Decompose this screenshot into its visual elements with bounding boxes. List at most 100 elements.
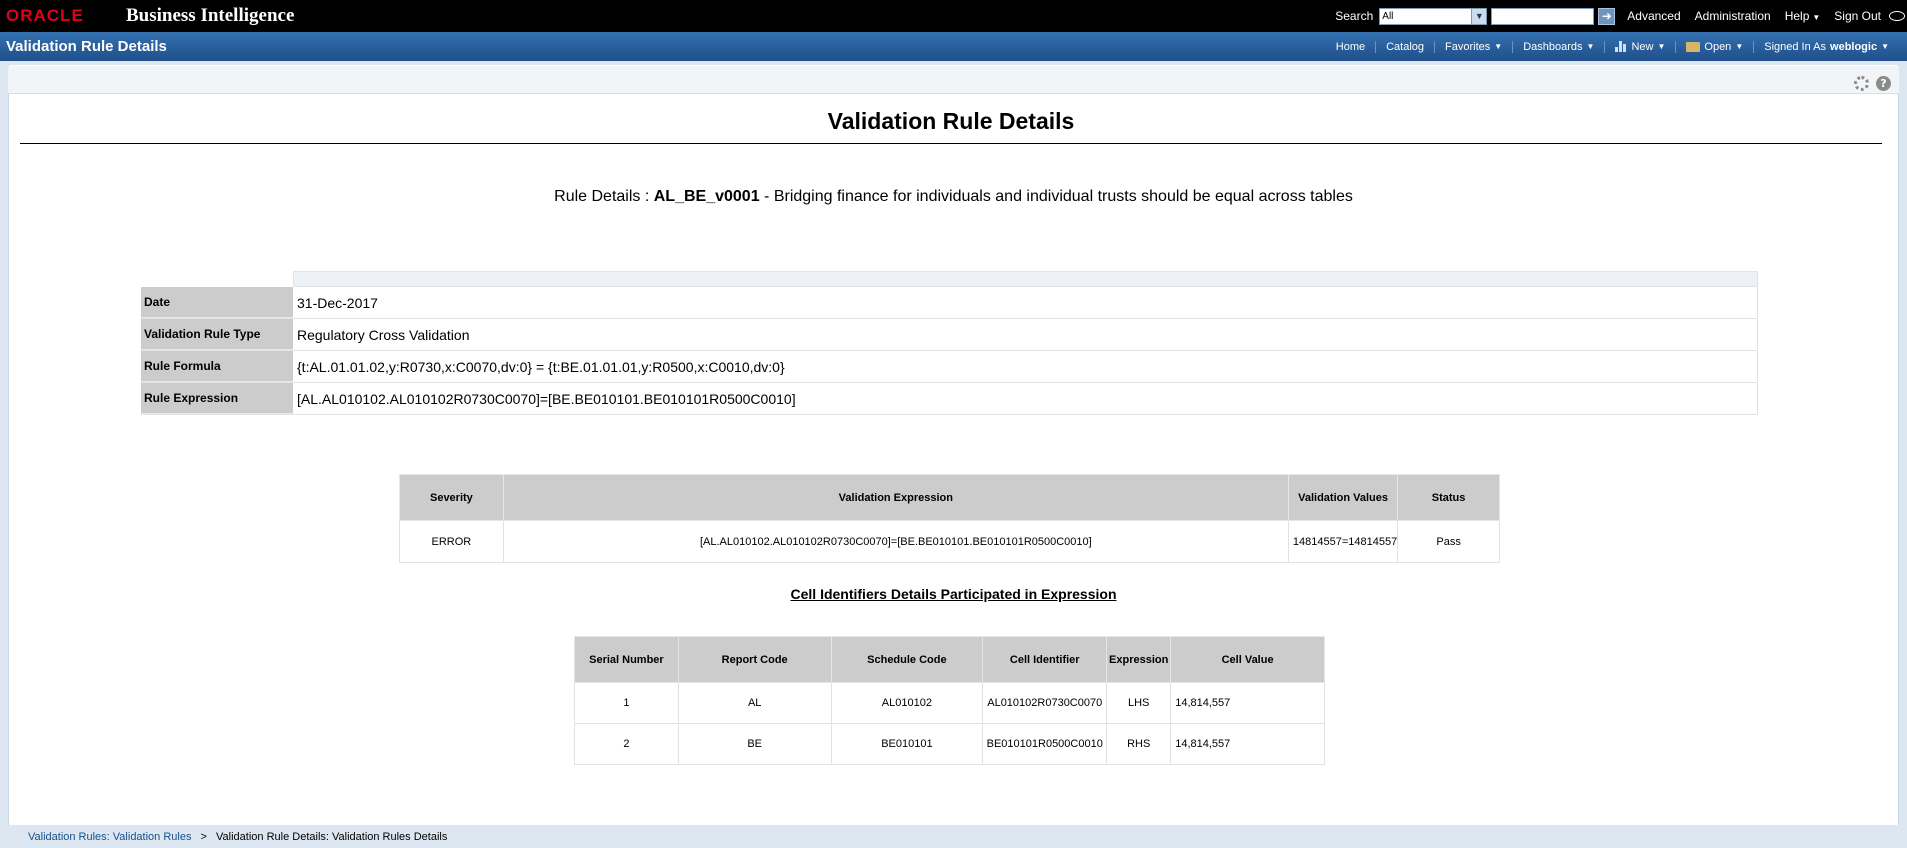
info-value: Regulatory Cross Validation <box>293 319 1758 350</box>
table-row: 2 BE BE010101 BE010101R0500C0010 RHS 14,… <box>574 723 1325 765</box>
nav-catalog[interactable]: Catalog <box>1375 40 1434 53</box>
caret-down-icon: ▼ <box>1735 42 1744 51</box>
chart-icon <box>1615 41 1627 52</box>
caret-down-icon: ▼ <box>1494 42 1503 51</box>
nav-favorites[interactable]: Favorites ▼ <box>1434 40 1512 53</box>
column-header: Severity <box>399 474 504 521</box>
info-key: Rule Expression <box>141 383 293 414</box>
severity-cell: ERROR <box>399 520 504 563</box>
cells-section-heading: Cell Identifiers Details Participated in… <box>790 586 1117 602</box>
rule-description: - Bridging finance for individuals and i… <box>764 188 1353 205</box>
breadcrumb: Validation Rules: Validation Rules > Val… <box>28 831 447 843</box>
schedule-code-cell: BE010101 <box>830 723 984 765</box>
info-key: Date <box>141 287 293 318</box>
report-code-cell: AL <box>677 682 832 724</box>
rule-details-line: Rule Details : AL_BE_v0001 - Bridging fi… <box>0 188 1907 206</box>
info-value: 31-Dec-2017 <box>293 287 1758 318</box>
rule-info-table: Date 31-Dec-2017 Validation Rule Type Re… <box>141 271 1758 415</box>
user-name: weblogic <box>1830 40 1878 53</box>
title-divider <box>20 143 1882 144</box>
help-label: Help <box>1784 9 1810 23</box>
caret-down-icon: ▼ <box>1881 42 1889 51</box>
sign-out-icon[interactable] <box>1889 11 1905 21</box>
sign-out-link[interactable]: Sign Out <box>1834 9 1881 23</box>
info-key: Validation Rule Type <box>141 319 293 350</box>
nav-open[interactable]: Open ▼ <box>1675 40 1753 53</box>
info-key: Rule Formula <box>141 351 293 382</box>
search-input[interactable] <box>1491 7 1595 25</box>
status-cell: Pass <box>1397 520 1500 563</box>
cell-identifiers-table: Serial Number Report Code Schedule Code … <box>574 636 1325 765</box>
help-icon[interactable]: ? <box>1876 76 1891 91</box>
table-header-row: Severity Validation Expression Validatio… <box>399 474 1500 521</box>
column-header: Expression <box>1106 636 1172 683</box>
table-row: Rule Expression [AL.AL010102.AL010102R07… <box>141 383 1758 415</box>
serial-number-cell: 1 <box>574 682 679 724</box>
chevron-down-icon[interactable]: ▼ <box>1471 8 1487 24</box>
nav-home[interactable]: Home <box>1326 41 1375 53</box>
schedule-code-cell: AL010102 <box>830 682 984 724</box>
info-value: [AL.AL010102.AL010102R0730C0070]=[BE.BE0… <box>293 383 1758 414</box>
cell-value-cell: 14,814,557 <box>1170 723 1325 765</box>
breadcrumb-current: Validation Rule Details: Validation Rule… <box>216 831 448 843</box>
table-row: Validation Rule Type Regulatory Cross Va… <box>141 319 1758 351</box>
cell-value-cell: 14,814,557 <box>1170 682 1325 724</box>
column-header: Serial Number <box>574 636 679 683</box>
global-nav: Home Catalog Favorites ▼ Dashboards ▼ New ▼… <box>1326 32 1899 61</box>
search-scope-value: All <box>1382 10 1394 22</box>
cell-identifier-cell: BE010101R0500C0010 <box>982 723 1108 765</box>
validation-result-table: Severity Validation Expression Validatio… <box>399 474 1500 563</box>
app-title: Business Intelligence <box>126 5 295 26</box>
nav-open-label: Open <box>1704 40 1732 53</box>
gear-icon[interactable] <box>1854 76 1869 91</box>
signed-in-label: Signed In As <box>1764 40 1827 53</box>
help-menu[interactable]: Help ▼ <box>1785 9 1821 23</box>
info-value: {t:AL.01.01.02,y:R0730,x:C0070,dv:0} = {… <box>293 351 1758 382</box>
search-label: Search <box>1335 9 1374 23</box>
column-header: Report Code <box>677 636 832 683</box>
search-go-button[interactable]: ➜ <box>1598 7 1616 25</box>
column-header: Schedule Code <box>830 636 984 683</box>
validation-values-cell: 14814557=14814557 <box>1287 520 1399 563</box>
nav-new[interactable]: New ▼ <box>1604 40 1675 53</box>
rule-details-label: Rule Details : <box>554 188 650 205</box>
column-header: Validation Expression <box>502 474 1289 521</box>
administration-link[interactable]: Administration <box>1695 9 1771 23</box>
signed-in-menu[interactable]: Signed In As weblogic ▼ <box>1753 40 1899 53</box>
nav-dashboards[interactable]: Dashboards ▼ <box>1512 40 1604 53</box>
nav-new-label: New <box>1631 40 1654 53</box>
nav-favorites-label: Favorites <box>1445 40 1491 53</box>
page-toolbar <box>8 66 1899 94</box>
serial-number-cell: 2 <box>574 723 679 765</box>
column-header: Cell Value <box>1170 636 1325 683</box>
rule-info-header <box>293 271 1758 287</box>
top-bar: ORACLE Business Intelligence Search All … <box>0 0 1907 32</box>
header-bar: Validation Rule Details Home Catalog Fav… <box>0 32 1907 61</box>
expression-cell: LHS <box>1106 682 1172 724</box>
table-row: 1 AL AL010102 AL010102R0730C0070 LHS 14,… <box>574 682 1325 724</box>
folder-icon <box>1686 41 1701 52</box>
column-header: Cell Identifier <box>982 636 1108 683</box>
column-header: Status <box>1397 474 1500 521</box>
report-code-cell: BE <box>677 723 832 765</box>
table-row: Date 31-Dec-2017 <box>141 287 1758 319</box>
breadcrumb-bar: Validation Rules: Validation Rules > Val… <box>0 826 1907 848</box>
breadcrumb-link[interactable]: Validation Rules: Validation Rules <box>28 831 191 843</box>
caret-down-icon: ▼ <box>1657 42 1666 51</box>
top-right-controls: Search All ▼ ➜ Advanced Administration H… <box>1335 0 1907 32</box>
advanced-link[interactable]: Advanced <box>1627 9 1680 23</box>
page-heading: Validation Rule Details <box>6 38 167 55</box>
validation-expression-cell: [AL.AL010102.AL010102R0730C0070]=[BE.BE0… <box>502 520 1289 563</box>
table-header-row: Serial Number Report Code Schedule Code … <box>574 636 1325 683</box>
caret-down-icon: ▼ <box>1812 13 1821 22</box>
nav-dashboards-label: Dashboards <box>1523 40 1583 53</box>
table-row: ERROR [AL.AL010102.AL010102R0730C0070]=[… <box>399 520 1500 563</box>
breadcrumb-separator: > <box>200 831 207 843</box>
oracle-logo: ORACLE <box>6 6 84 25</box>
cell-identifier-cell: AL010102R0730C0070 <box>982 682 1108 724</box>
arrow-right-icon: ➜ <box>1601 9 1612 23</box>
rule-id: AL_BE_v0001 <box>653 188 760 205</box>
search-scope-select[interactable]: All ▼ <box>1379 7 1488 25</box>
expression-cell: RHS <box>1106 723 1172 765</box>
caret-down-icon: ▼ <box>1586 42 1595 51</box>
